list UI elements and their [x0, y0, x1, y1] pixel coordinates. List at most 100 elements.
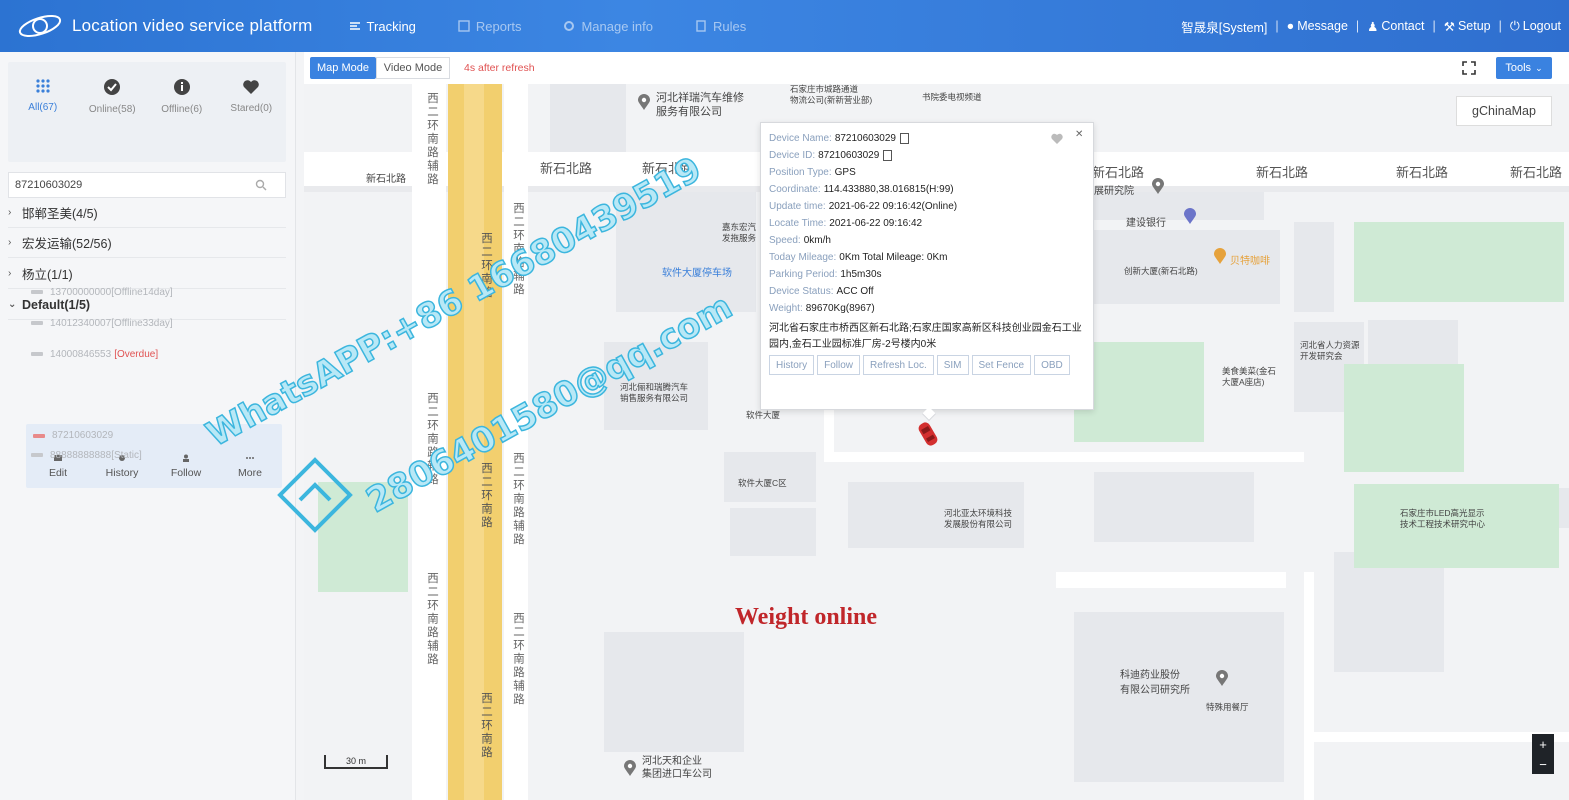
tab-all[interactable]: All(67)	[9, 62, 77, 162]
chevron-down-icon: ⌄	[8, 299, 17, 310]
nav-reports[interactable]: Reports	[458, 18, 522, 34]
popup-set-fence-button[interactable]: Set Fence	[971, 355, 1032, 375]
user-name[interactable]: 智晟泉[System]	[1181, 17, 1267, 36]
device-id: 88888888888	[50, 449, 112, 461]
map-pin-icon	[624, 760, 636, 776]
map-block	[730, 508, 816, 556]
popup-weight: Weight: 89670Kg(8967)	[769, 303, 875, 314]
popup-history-button[interactable]: History	[769, 355, 815, 375]
main-nav: Tracking Reports Manage info Rules	[349, 0, 789, 52]
field-value: GPS	[834, 167, 856, 178]
popup-follow-button[interactable]: Follow	[817, 355, 861, 375]
device-status: [Overdue]	[114, 348, 159, 360]
device-row[interactable]: 13700000000 [Offline14day]	[30, 281, 173, 303]
poi-label: 石家庄市城路通道 物流公司(新新营业部)	[790, 84, 873, 105]
grid-icon	[36, 79, 50, 93]
history-label: History	[105, 467, 139, 479]
nav-tracking-label: Tracking	[366, 18, 416, 34]
user-icon: ♟	[1367, 19, 1379, 34]
group-label: 宏发运输(52/56)	[22, 237, 112, 251]
map-pin-icon	[1152, 178, 1164, 194]
popup-parking-period: Parking Period: 1h5m30s	[769, 269, 882, 280]
video-mode-button[interactable]: Video Mode	[376, 57, 450, 79]
group-row[interactable]: › 宏发运输(52/56)	[8, 228, 286, 258]
car-icon	[31, 352, 43, 356]
poi-label: 软件大厦C区	[738, 478, 787, 488]
follow-button[interactable]: Follow	[154, 454, 218, 479]
tab-offline[interactable]: Offline(6)	[148, 62, 216, 162]
chevron-right-icon: ›	[8, 268, 12, 279]
top-header: Location video service platform Tracking…	[0, 0, 1569, 52]
popup-obd-button[interactable]: OBD	[1034, 355, 1070, 375]
poi-label: 科迪药业股份 有限公司研究所	[1120, 670, 1190, 696]
copy-icon[interactable]	[900, 133, 909, 144]
search-input[interactable]	[15, 179, 255, 191]
search-icon[interactable]	[255, 179, 267, 191]
nav-manage-info[interactable]: Manage info	[563, 19, 653, 34]
setup-label: Setup	[1457, 19, 1491, 33]
poi-label: 河北祥瑞汽车维修 服务有限公司	[656, 92, 744, 118]
more-button[interactable]: More	[218, 454, 282, 479]
nav-rules[interactable]: Rules	[695, 19, 746, 34]
device-status: [Static]	[111, 449, 142, 461]
message-label: Message	[1297, 19, 1348, 33]
field-label: Today Mileage:	[769, 252, 837, 263]
road-label: 西二环南路辅路	[512, 452, 524, 547]
popup-mileage: Today Mileage: 0Km Total Mileage: 0Km	[769, 252, 947, 263]
map-pin-icon	[638, 94, 650, 110]
tools-dropdown[interactable]: Tools ⌄	[1496, 57, 1552, 79]
setup-link[interactable]: ⚒ Setup	[1444, 19, 1491, 34]
fullscreen-icon[interactable]	[1462, 61, 1476, 75]
tracking-icon	[349, 22, 360, 30]
tools-label: Tools	[1505, 62, 1532, 74]
zoom-out-button[interactable]: −	[1539, 757, 1547, 772]
heart-icon[interactable]	[1051, 133, 1063, 144]
road-label: 西二环南路	[480, 232, 492, 300]
message-link[interactable]: ● Message	[1287, 19, 1348, 33]
vehicle-marker-icon[interactable]	[918, 420, 938, 448]
road-label: 新石北路	[1256, 165, 1309, 180]
contact-label: Contact	[1381, 19, 1425, 33]
road	[1304, 732, 1569, 742]
group-row[interactable]: › 邯郸圣美(4/5)	[8, 198, 286, 228]
field-label: Update time:	[769, 201, 826, 212]
nav-tracking[interactable]: Tracking	[349, 19, 416, 34]
gchina-map-button[interactable]: gChinaMap	[1456, 96, 1552, 126]
zoom-in-button[interactable]: +	[1539, 737, 1547, 752]
copy-icon[interactable]	[883, 150, 893, 161]
road-label: 新石北路	[1092, 165, 1145, 180]
device-row[interactable]: 88888888888 [Static]	[30, 444, 142, 466]
rules-icon	[696, 20, 706, 32]
popup-refresh-loc-button[interactable]: Refresh Loc.	[863, 355, 934, 375]
nav-reports-label: Reports	[475, 18, 522, 34]
close-icon[interactable]: ✕	[1075, 129, 1083, 140]
map-mode-button[interactable]: Map Mode	[310, 57, 376, 79]
poi-label: 美食美菜(金石 大厦A座店)	[1222, 366, 1276, 387]
field-label: Device ID:	[769, 150, 816, 161]
tab-online-label: Online(58)	[88, 104, 136, 115]
zoom-control: + −	[1532, 734, 1554, 774]
device-status: [Offline14day]	[111, 286, 173, 298]
contact-link[interactable]: ♟ Contact	[1367, 19, 1424, 34]
logout-link[interactable]: ⏻ Logout	[1510, 19, 1561, 34]
app-title: Location video service platform	[72, 16, 313, 35]
field-label: Parking Period:	[769, 269, 838, 280]
road-label: 西二环南路辅路	[426, 92, 438, 187]
field-value: 2021-06-22 09:16:42	[829, 218, 923, 229]
tab-online[interactable]: Online(58)	[78, 62, 146, 162]
chevron-right-icon: ›	[8, 207, 12, 218]
map-block	[1294, 222, 1334, 312]
device-row[interactable]: 14000846553 [Overdue]	[30, 343, 158, 365]
field-value: 87210603029	[818, 150, 880, 161]
road-label: 西二环南路辅路	[512, 612, 524, 707]
map-view[interactable]: 新石北路 新石北路 新石北路 新石北路 新石北路 新石北路 新石北路 西二环南路…	[304, 52, 1569, 800]
device-row[interactable]: 14012340007 [Offline33day]	[30, 312, 173, 334]
field-value: 0km/h	[803, 235, 831, 246]
device-status: [Offline33day]	[111, 317, 173, 329]
logout-label: Logout	[1522, 19, 1561, 33]
logo-icon	[14, 11, 66, 41]
tab-stared[interactable]: Stared(0)	[217, 62, 285, 162]
popup-sim-button[interactable]: SIM	[936, 355, 969, 375]
road-label: 新石北路	[1396, 165, 1449, 180]
poi-label: 书院委电视频道	[922, 92, 982, 102]
